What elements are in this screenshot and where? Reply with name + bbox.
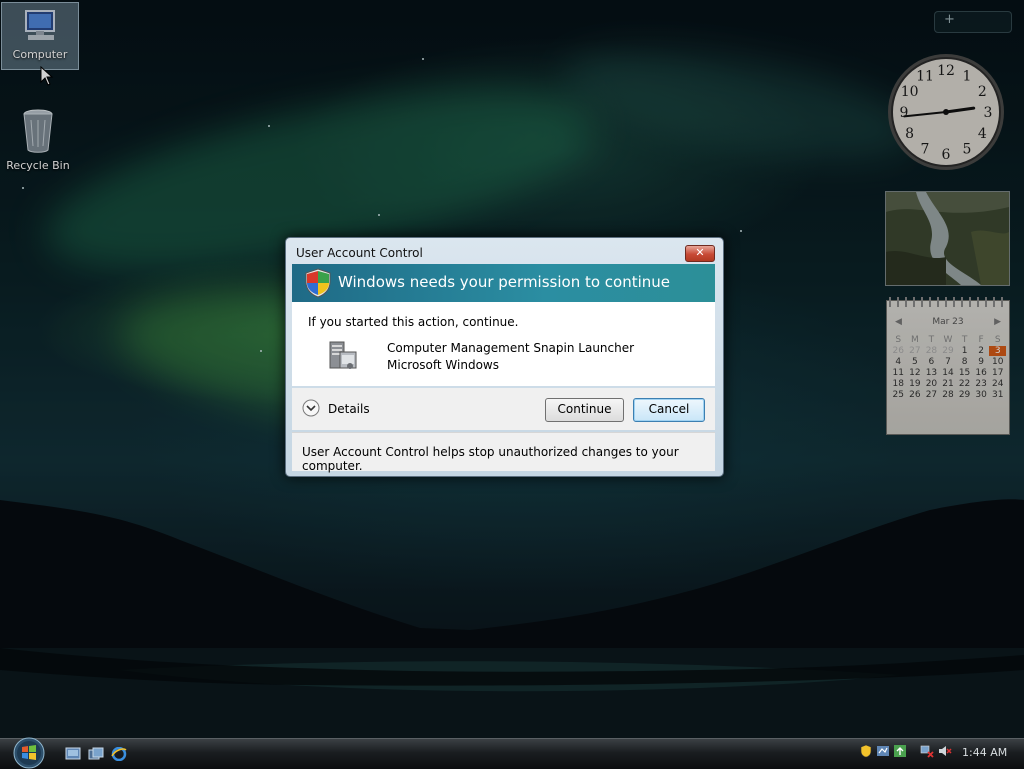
continue-button[interactable]: Continue [545, 398, 624, 422]
chevron-down-icon[interactable] [302, 399, 320, 417]
taskbar: 1:44 AM [0, 737, 1024, 769]
program-publisher: Microsoft Windows [387, 358, 499, 372]
computer-management-icon [329, 341, 357, 369]
details-toggle[interactable]: Details [328, 402, 370, 416]
uac-banner: Windows needs your permission to continu… [292, 264, 715, 302]
uac-footer-text: User Account Control helps stop unauthor… [302, 445, 679, 473]
uac-banner-text: Windows needs your permission to continu… [338, 273, 671, 291]
dialog-title: User Account Control [296, 246, 423, 260]
volume-muted-icon[interactable] [938, 744, 952, 758]
cancel-button[interactable]: Cancel [633, 398, 705, 422]
taskbar-clock[interactable]: 1:44 AM [962, 746, 1007, 759]
internet-explorer-icon[interactable] [111, 747, 127, 761]
uac-actions: Details Continue Cancel [292, 388, 715, 430]
uac-body: If you started this action, continue. Co… [292, 302, 715, 386]
show-desktop-icon[interactable] [65, 747, 81, 761]
uac-prompt-text: If you started this action, continue. [308, 315, 519, 329]
uac-footer: User Account Control helps stop unauthor… [292, 432, 715, 473]
switch-windows-icon[interactable] [88, 747, 104, 761]
program-name: Computer Management Snapin Launcher [387, 341, 635, 355]
network-icon[interactable] [920, 744, 934, 758]
start-button[interactable] [9, 737, 49, 769]
update-icon[interactable] [893, 744, 907, 758]
shield-icon [305, 268, 331, 298]
windows-defender-icon[interactable] [876, 744, 890, 758]
uac-dialog: User Account Control ✕ Windows needs you… [285, 237, 724, 477]
security-shield-icon[interactable] [859, 744, 873, 758]
close-button[interactable]: ✕ [685, 245, 715, 262]
